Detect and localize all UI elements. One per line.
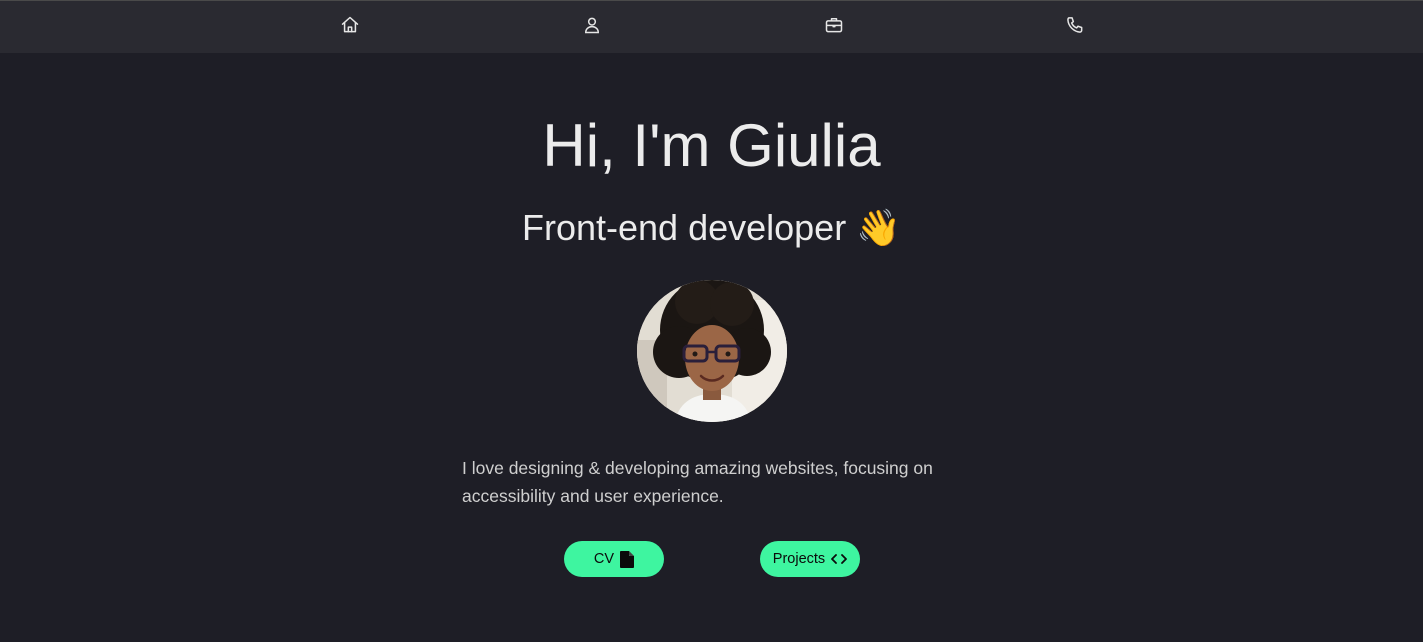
profile-photo — [637, 280, 787, 422]
top-navbar — [0, 1, 1423, 53]
cv-button-label: CV — [593, 551, 615, 567]
home-icon — [340, 15, 360, 40]
bio-text: I love designing & developing amazing we… — [462, 458, 933, 506]
nav-projects-link[interactable] — [822, 15, 846, 39]
hero-title: Hi, I'm Giulia — [542, 112, 881, 179]
phone-icon — [1065, 15, 1085, 40]
code-icon — [831, 553, 848, 565]
hero-subtitle: Front-end developer 👋 — [0, 206, 1423, 250]
nav-contact-link[interactable] — [1063, 15, 1087, 39]
user-icon — [582, 15, 602, 40]
nav-home-link[interactable] — [338, 15, 362, 39]
projects-button-label: Projects — [772, 551, 826, 567]
briefcase-icon — [824, 15, 844, 40]
portfolio-page: Hi, I'm Giulia Front-end developer 👋 I l… — [0, 0, 1423, 642]
projects-button[interactable]: Projects — [760, 541, 860, 577]
cv-button[interactable]: CV — [564, 541, 664, 577]
file-icon — [620, 550, 635, 568]
waving-hand-emoji: 👋 — [856, 207, 902, 248]
nav-about-link[interactable] — [580, 15, 604, 39]
subtitle-text: Front-end developer — [521, 207, 847, 248]
